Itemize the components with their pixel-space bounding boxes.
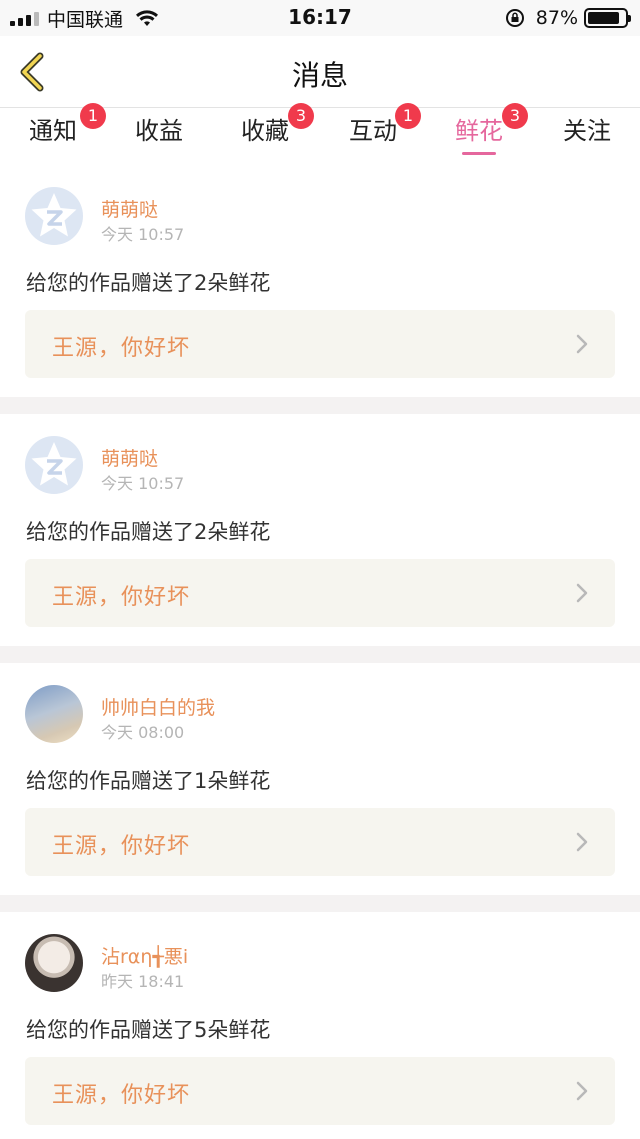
- divider: [0, 397, 640, 414]
- tab-label: 通知: [29, 117, 77, 145]
- work-title: 王源，你好坏: [52, 1083, 191, 1108]
- chevron-right-icon: [576, 334, 588, 354]
- unread-badge: 3: [288, 103, 314, 129]
- work-link[interactable]: 王源，你好坏: [25, 310, 615, 378]
- message-text: 给您的作品赠送了5朵鲜花: [26, 1018, 271, 1042]
- rotation-lock-icon: [505, 9, 524, 27]
- page-title: 消息: [291, 59, 348, 92]
- list-item: 沾rαη╅悪i 昨天 18:41 给您的作品赠送了5朵鲜花 王源，你好坏: [0, 912, 640, 1139]
- tab-interaction[interactable]: 互动 1: [320, 103, 426, 165]
- timestamp: 今天 08:00: [101, 723, 185, 742]
- avatar[interactable]: [25, 436, 83, 494]
- battery-fill: [588, 12, 620, 24]
- unread-badge: 1: [80, 103, 106, 129]
- tab-bar: 通知 1 收益 收藏 3 互动 1 鲜花 3 关注: [0, 103, 640, 165]
- qzone-star-icon: [31, 442, 77, 486]
- chevron-right-icon: [576, 1081, 588, 1101]
- tab-label: 互动: [349, 117, 397, 145]
- username[interactable]: 萌萌哒: [101, 195, 158, 222]
- message-text: 给您的作品赠送了2朵鲜花: [26, 271, 271, 295]
- list-item: 萌萌哒 今天 10:57 给您的作品赠送了2朵鲜花 王源，你好坏: [0, 414, 640, 646]
- tab-label: 收藏: [241, 117, 289, 145]
- message-text: 给您的作品赠送了2朵鲜花: [26, 520, 271, 544]
- username[interactable]: 萌萌哒: [101, 444, 158, 471]
- username[interactable]: 沾rαη╅悪i: [101, 942, 188, 969]
- message-text: 给您的作品赠送了1朵鲜花: [26, 769, 271, 793]
- chevron-right-icon: [576, 583, 588, 603]
- avatar[interactable]: [25, 685, 83, 743]
- battery-percent: 87%: [535, 7, 578, 29]
- divider: [0, 895, 640, 912]
- status-right: 87%: [504, 6, 631, 30]
- battery-icon: [584, 8, 631, 28]
- tab-follow[interactable]: 关注: [534, 109, 640, 165]
- list-item: 萌萌哒 今天 10:57 给您的作品赠送了2朵鲜花 王源，你好坏: [0, 165, 640, 397]
- timestamp: 今天 10:57: [101, 225, 185, 244]
- message-feed: 萌萌哒 今天 10:57 给您的作品赠送了2朵鲜花 王源，你好坏 萌萌哒 今天 …: [0, 165, 640, 1139]
- nav-bar: 消息: [0, 36, 640, 108]
- tab-favorites[interactable]: 收藏 3: [212, 103, 318, 165]
- work-link[interactable]: 王源，你好坏: [25, 559, 615, 627]
- timestamp: 今天 10:57: [101, 474, 185, 493]
- username[interactable]: 帅帅白白的我: [101, 693, 215, 720]
- avatar[interactable]: [25, 187, 83, 245]
- tab-label: 鲜花: [455, 117, 503, 145]
- active-tab-indicator: [462, 152, 496, 155]
- tab-notice[interactable]: 通知 1: [0, 103, 106, 165]
- unread-badge: 1: [395, 103, 421, 129]
- unread-badge: 3: [502, 103, 528, 129]
- qzone-star-icon: [31, 193, 77, 237]
- list-item: 帅帅白白的我 今天 08:00 给您的作品赠送了1朵鲜花 王源，你好坏: [0, 663, 640, 895]
- status-bar: 中国联通 16:17 87%: [0, 0, 640, 36]
- chevron-right-icon: [576, 832, 588, 852]
- timestamp: 昨天 18:41: [101, 972, 185, 991]
- tab-label: 收益: [135, 117, 183, 145]
- work-title: 王源，你好坏: [52, 336, 191, 361]
- tab-label: 关注: [563, 117, 611, 145]
- divider: [0, 646, 640, 663]
- tab-earnings[interactable]: 收益: [106, 109, 212, 165]
- work-title: 王源，你好坏: [52, 834, 191, 859]
- tab-flowers[interactable]: 鲜花 3: [426, 103, 532, 165]
- work-link[interactable]: 王源，你好坏: [25, 808, 615, 876]
- work-link[interactable]: 王源，你好坏: [25, 1057, 615, 1125]
- work-title: 王源，你好坏: [52, 585, 191, 610]
- avatar[interactable]: [25, 934, 83, 992]
